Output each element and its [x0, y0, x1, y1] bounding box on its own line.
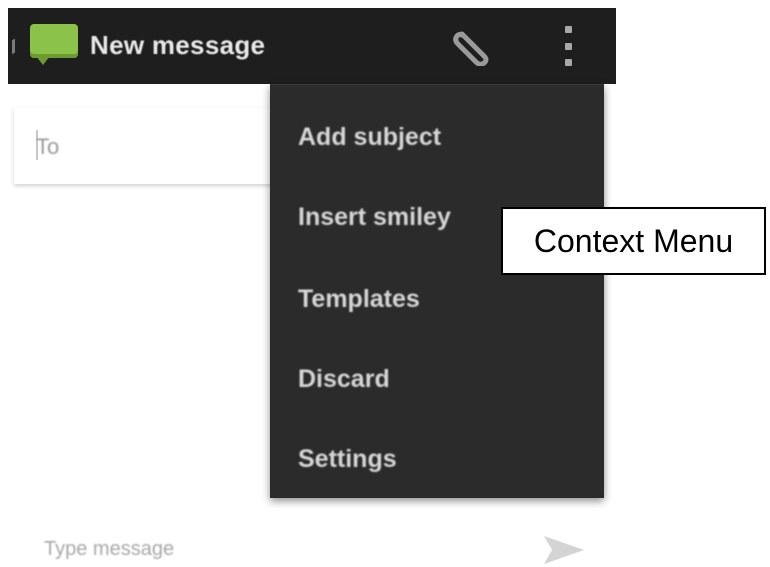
- compose-bar: Type message: [8, 508, 616, 567]
- recipient-label: To: [36, 134, 60, 159]
- phone-screen: New message To Type message Add subject …: [8, 8, 616, 567]
- send-icon[interactable]: [538, 530, 588, 567]
- action-bar-title: New message: [90, 30, 266, 60]
- annotation-callout: Context Menu: [501, 207, 766, 275]
- menu-item-discard[interactable]: Discard: [270, 339, 604, 419]
- menu-item-add-subject[interactable]: Add subject: [270, 97, 604, 177]
- more-vertical-icon[interactable]: [560, 26, 576, 66]
- message-bubble-icon[interactable]: [28, 22, 80, 66]
- action-bar: New message: [8, 8, 616, 84]
- recipient-field[interactable]: To: [14, 108, 304, 184]
- message-input[interactable]: Type message: [44, 538, 174, 561]
- context-menu: Add subject Insert smiley Templates Disc…: [270, 84, 604, 498]
- up-caret-icon[interactable]: [12, 35, 20, 55]
- stage: New message To Type message Add subject …: [0, 0, 770, 567]
- paperclip-icon[interactable]: [448, 26, 498, 67]
- menu-item-settings[interactable]: Settings: [270, 419, 604, 499]
